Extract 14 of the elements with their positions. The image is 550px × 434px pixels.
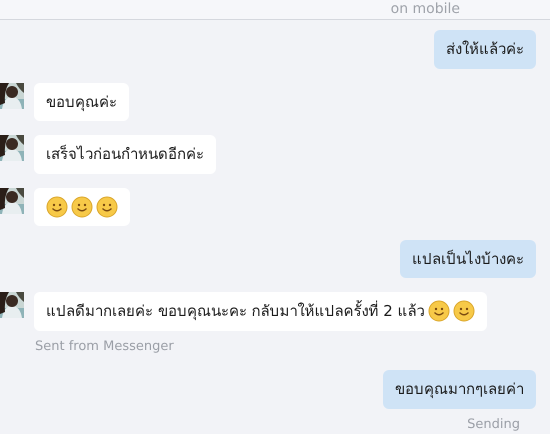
smiley-icon bbox=[96, 196, 118, 218]
message-text: ขอบคุณมากๆเลยค่า bbox=[395, 379, 524, 400]
smiley-icon bbox=[428, 300, 450, 322]
message-text: เสร็จไวก่อนกำหนดอีกค่ะ bbox=[46, 144, 204, 165]
message-text: แปลดีมากเลยค่ะ ขอบคุณนะคะ กลับมาให้แปลครั้งที่ 2 แล้ว bbox=[46, 300, 425, 322]
source-label: Sent from Messenger bbox=[34, 338, 175, 356]
message-text: ขอบคุณค่ะ bbox=[46, 92, 117, 113]
smiley-icon bbox=[46, 196, 68, 218]
message-text: แปลเป็นไงบ้างคะ bbox=[412, 248, 524, 270]
presence-status: on mobile bbox=[390, 2, 460, 16]
smiley-icon bbox=[452, 300, 475, 322]
smiley-icon bbox=[71, 196, 93, 218]
delivery-status: Sending bbox=[467, 416, 521, 434]
message-text: ส่งให้แล้วค่ะ bbox=[446, 39, 524, 60]
